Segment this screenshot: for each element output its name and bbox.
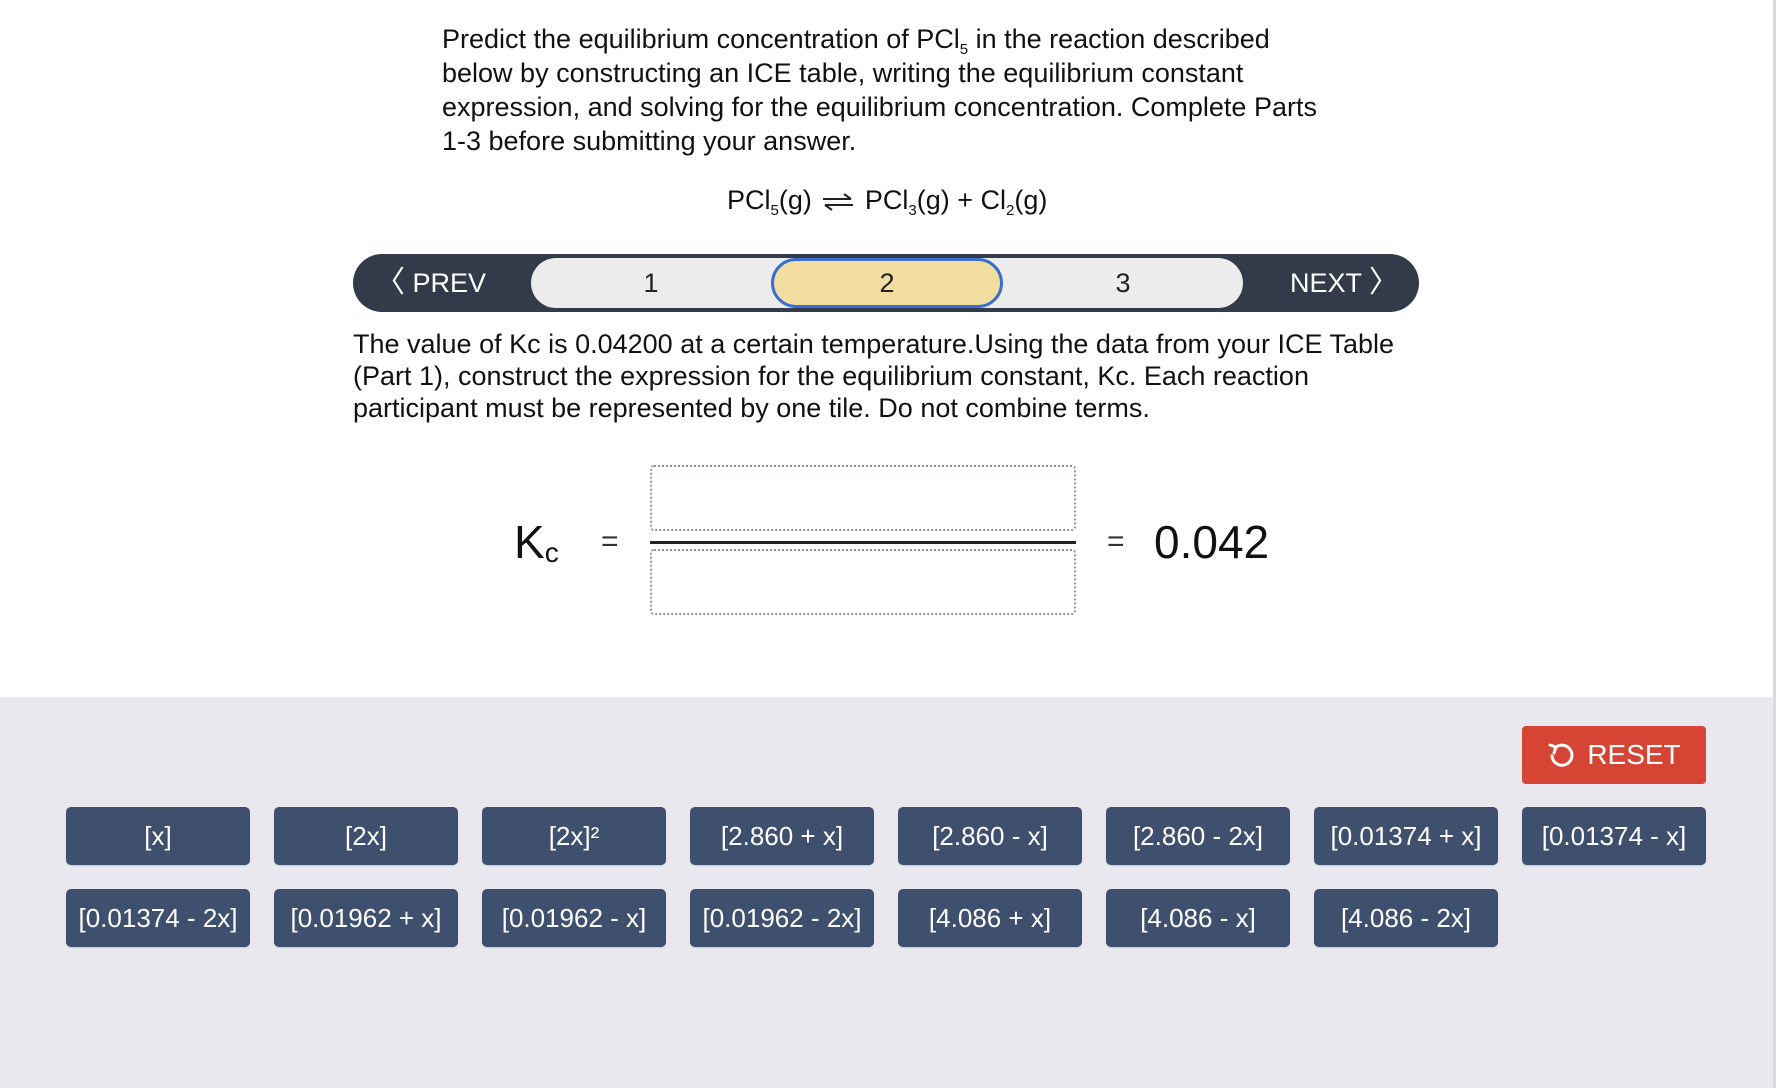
fraction-bar: [650, 541, 1076, 544]
tile-2860-plus-x[interactable]: [2.860 + x]: [690, 807, 874, 865]
tile-tray: [0, 697, 1773, 1088]
product-state: (g) + Cl: [916, 185, 1007, 215]
tile-001962-plus-x[interactable]: [0.01962 + x]: [274, 889, 458, 947]
denominator-drop-zone[interactable]: [650, 549, 1076, 615]
equals-sign-right: =: [1107, 525, 1125, 558]
tile-001962-minus-2x[interactable]: [0.01962 - 2x]: [690, 889, 874, 947]
kc-subscript: c: [544, 537, 559, 568]
step-tab-2-active[interactable]: 2: [771, 258, 1003, 308]
equals-sign-left: =: [601, 525, 619, 558]
reactant-formula: PCl: [727, 185, 771, 215]
reset-button[interactable]: RESET: [1522, 726, 1706, 784]
tile-4086-minus-2x[interactable]: [4.086 - 2x]: [1314, 889, 1498, 947]
question-text: Predict the equilibrium concentration of…: [442, 22, 1342, 158]
step-tab-3[interactable]: 3: [1003, 258, 1243, 308]
chlorine-state: (g): [1014, 185, 1048, 215]
product-formula: PCl: [864, 185, 909, 215]
reactant-subscript: 5: [770, 202, 779, 219]
next-button[interactable]: NEXT 〉: [1290, 254, 1399, 312]
tile-2x[interactable]: [2x]: [274, 807, 458, 865]
chevron-right-icon: 〉: [1369, 266, 1399, 299]
reaction-equation: PCl5(g) PCl3(g) + Cl2(g): [727, 183, 1048, 219]
next-label: NEXT: [1289, 268, 1362, 298]
tile-x[interactable]: [x]: [66, 807, 250, 865]
kc-value: 0.042: [1154, 516, 1270, 568]
tile-4086-minus-x[interactable]: [4.086 - x]: [1106, 889, 1290, 947]
question-subscript: 5: [959, 41, 969, 58]
step-navigator: 〈 PREV 1 3 2 NEXT 〉: [353, 254, 1419, 312]
kc-letter: K: [514, 516, 545, 568]
prev-button[interactable]: 〈 PREV: [375, 254, 486, 312]
tile-001374-plus-x[interactable]: [0.01374 + x]: [1314, 807, 1498, 865]
tile-001374-minus-2x[interactable]: [0.01374 - 2x]: [66, 889, 250, 947]
tile-2x-squared[interactable]: [2x]²: [482, 807, 666, 865]
equilibrium-arrows-icon: [823, 193, 854, 211]
kc-label: Kc: [514, 515, 559, 569]
reset-label: RESET: [1587, 739, 1681, 770]
tile-2860-minus-2x[interactable]: [2.860 - 2x]: [1106, 807, 1290, 865]
tile-4086-plus-x[interactable]: [4.086 + x]: [898, 889, 1082, 947]
product-subscript: 3: [908, 202, 917, 219]
question-line-a: Predict the equilibrium concentration of…: [442, 24, 960, 54]
numerator-drop-zone[interactable]: [650, 465, 1076, 531]
tile-001374-minus-x[interactable]: [0.01374 - x]: [1522, 807, 1706, 865]
chevron-left-icon: 〈: [375, 266, 405, 299]
tile-2860-minus-x[interactable]: [2.860 - x]: [898, 807, 1082, 865]
instructions-text: The value of Kc is 0.04200 at a certain …: [353, 329, 1395, 423]
step-tabs: 1 3 2: [531, 258, 1243, 308]
prev-label: PREV: [412, 268, 487, 298]
tile-001962-minus-x[interactable]: [0.01962 - x]: [482, 889, 666, 947]
step-tab-1[interactable]: 1: [531, 258, 771, 308]
reactant-state: (g): [778, 185, 812, 215]
undo-icon: [1548, 743, 1574, 767]
